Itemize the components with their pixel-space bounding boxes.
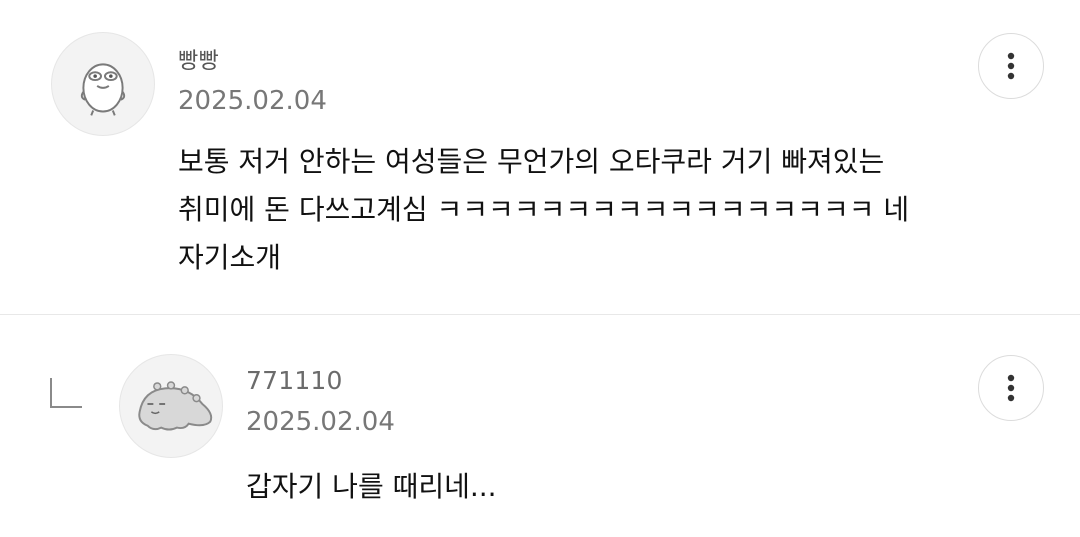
comment-item: 빵빵 2025.02.04 보통 저거 안하는 여성들은 무언가의 오타쿠라 거… xyxy=(0,0,1080,314)
comment-line: 보통 저거 안하는 여성들은 무언가의 오타쿠라 거기 빠져있는 xyxy=(178,145,885,178)
comment-line: 갑자기 나를 때리네... xyxy=(246,470,497,503)
comment-body: 갑자기 나를 때리네... xyxy=(246,463,1006,511)
comment-body: 보통 저거 안하는 여성들은 무언가의 오타쿠라 거기 빠져있는 취미에 돈 다… xyxy=(178,138,938,282)
avatar[interactable] xyxy=(119,354,223,458)
comment-date: 2025.02.04 xyxy=(246,407,395,437)
more-options-button[interactable] xyxy=(978,355,1044,421)
comment-line: 취미에 돈 다쓰고계심 ㅋㅋㅋㅋㅋㅋㅋㅋㅋㅋㅋㅋㅋㅋㅋㅋㅋ 네 xyxy=(178,193,910,226)
comment-author[interactable]: 771110 xyxy=(246,366,343,395)
character-avatar-icon xyxy=(80,63,126,116)
more-vertical-icon xyxy=(1007,374,1015,402)
comment-line: 자기소개 xyxy=(178,241,282,274)
comment-date: 2025.02.04 xyxy=(178,86,327,116)
reply-indent-icon xyxy=(50,378,82,408)
avatar[interactable] xyxy=(51,32,155,136)
more-options-button[interactable] xyxy=(978,33,1044,99)
creature-avatar-icon xyxy=(138,381,213,431)
reply-comment-item: 771110 2025.02.04 갑자기 나를 때리네... xyxy=(0,315,1080,537)
more-vertical-icon xyxy=(1007,52,1015,80)
comment-author[interactable]: 빵빵 xyxy=(178,43,219,75)
